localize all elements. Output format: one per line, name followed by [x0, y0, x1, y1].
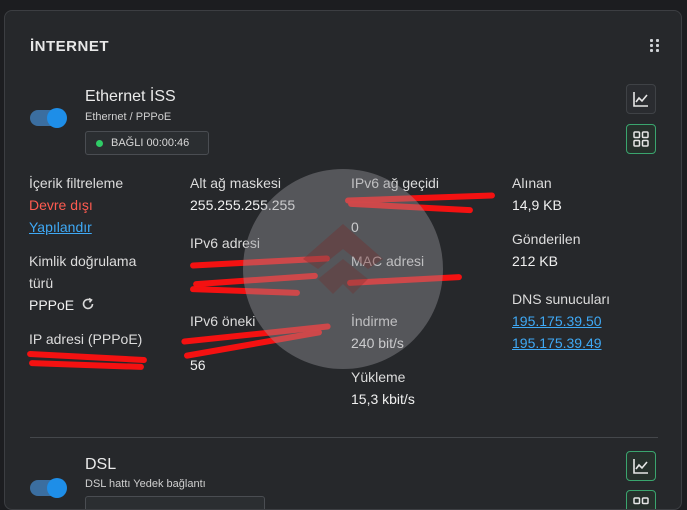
ipv6-prefix-value-tail: 56: [190, 357, 206, 373]
received-value: 14,9 KB: [512, 197, 562, 213]
grid-icon: [633, 497, 649, 505]
watermark-circle: [243, 169, 443, 369]
upload-value: 15,3 kbit/s: [351, 391, 415, 407]
auth-type-value: PPPoE: [29, 297, 75, 313]
chart-button[interactable]: [626, 84, 656, 114]
received-label: Alınan: [512, 175, 552, 191]
toggle-knob: [47, 108, 67, 128]
ethernet-name: Ethernet İSS: [85, 88, 176, 105]
ethernet-subtitle: Ethernet / PPPoE: [85, 111, 172, 123]
content-filter-value: Devre dışı: [29, 197, 93, 213]
chart-line-icon: [633, 92, 648, 107]
dsl-grid-button[interactable]: [626, 490, 656, 509]
status-badge: BAĞLI 00:00:46: [85, 131, 209, 155]
card-title: İNTERNET: [30, 38, 109, 55]
section-divider: [30, 437, 658, 438]
dns-server-2[interactable]: 195.175.39.49: [512, 335, 602, 351]
dns-servers-label: DNS sunucuları: [512, 291, 611, 307]
watermark-logo-icon: [303, 224, 383, 294]
content-filter-label: İçerik filtreleme: [29, 175, 124, 191]
dsl-toggle[interactable]: [30, 478, 67, 498]
ip-address-label: IP adresi (PPPoE): [29, 331, 143, 347]
dsl-name: DSL: [85, 456, 117, 473]
auth-type-label-line1: Kimlik doğrulama: [29, 253, 137, 269]
grid-icon: [633, 131, 649, 147]
sent-label: Gönderilen: [512, 231, 581, 247]
ethernet-toggle[interactable]: [30, 108, 67, 128]
dsl-subtitle: DSL hattı Yedek bağlantı: [85, 478, 206, 490]
refresh-icon[interactable]: [81, 297, 95, 311]
sent-value: 212 KB: [512, 253, 558, 269]
chart-line-icon: [633, 459, 648, 474]
dsl-chart-button[interactable]: [626, 451, 656, 481]
status-text: BAĞLI 00:00:46: [111, 137, 190, 149]
drag-handle-icon[interactable]: [649, 39, 661, 55]
internet-card: İNTERNET Ethernet İSS Ethernet / PPPoE B…: [4, 10, 682, 510]
dns-server-1[interactable]: 195.175.39.50: [512, 313, 602, 329]
dsl-status-badge: [85, 496, 265, 509]
toggle-knob: [47, 478, 67, 498]
status-dot: [96, 139, 103, 147]
auth-type-label-line2: türü: [29, 275, 54, 291]
upload-label: Yükleme: [351, 369, 406, 385]
grid-button[interactable]: [626, 124, 656, 154]
configure-link[interactable]: Yapılandır: [29, 219, 92, 235]
